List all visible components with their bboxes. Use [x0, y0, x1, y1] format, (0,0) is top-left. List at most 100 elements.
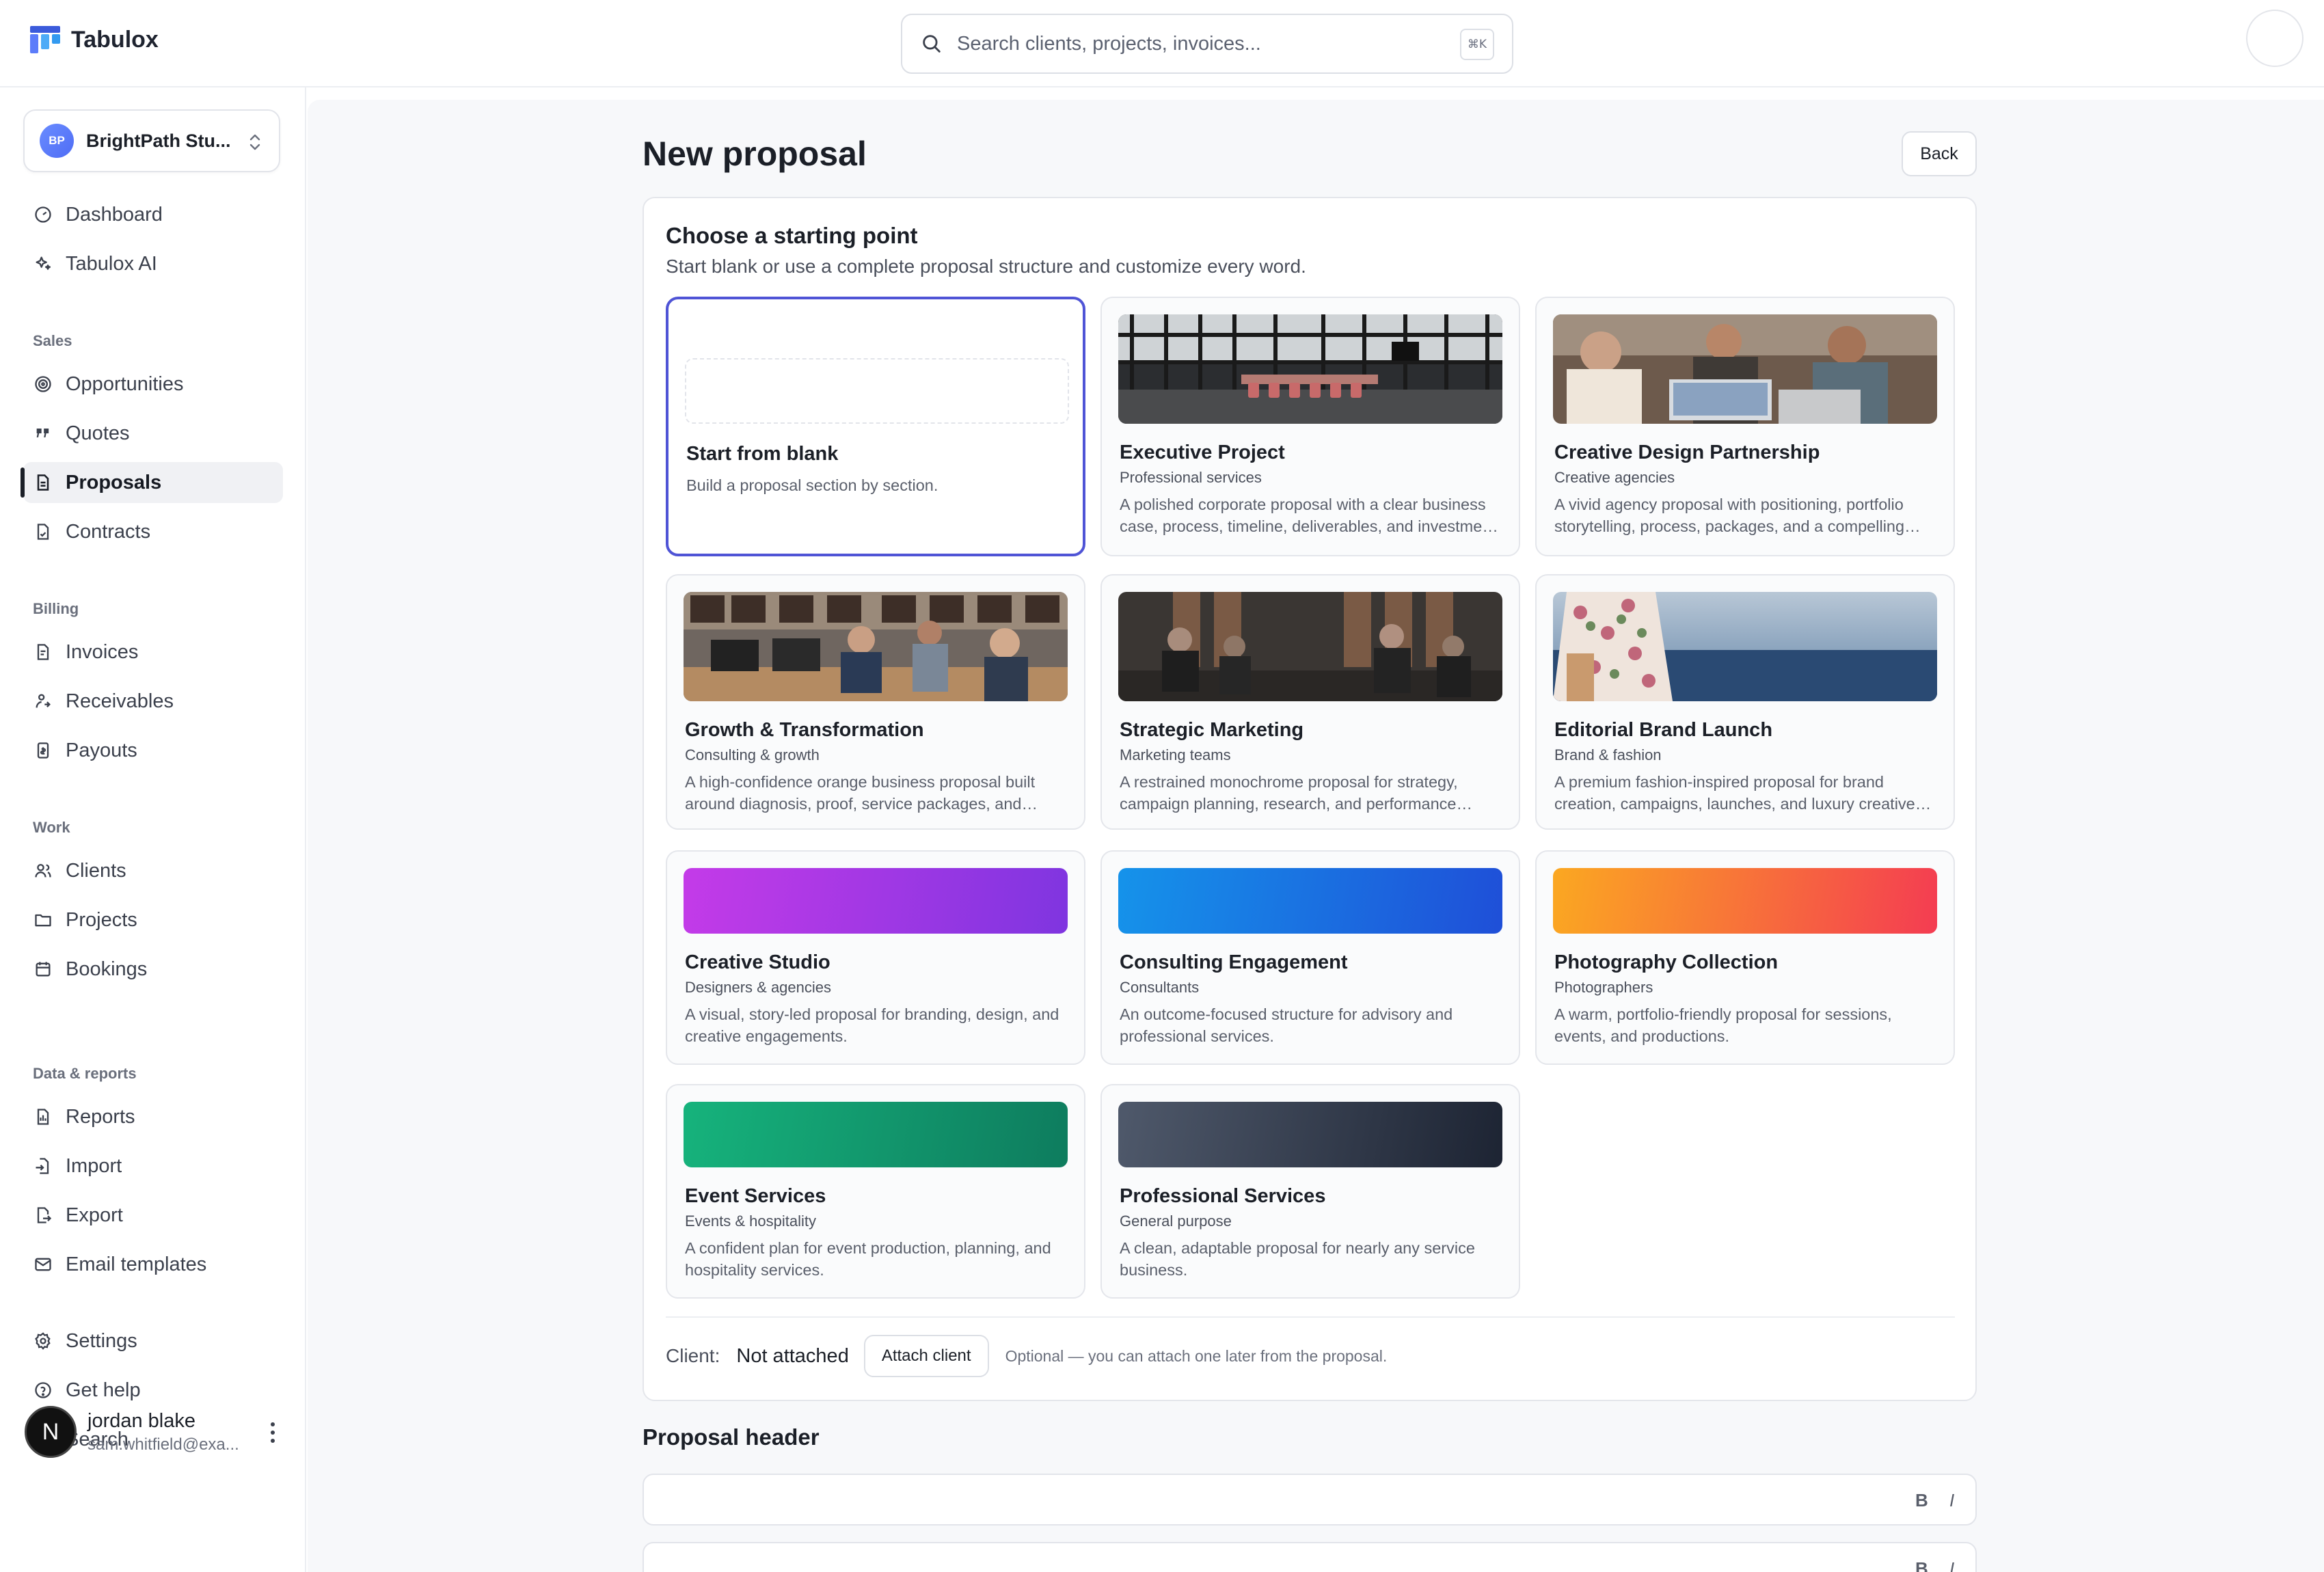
sidebar-item-email-templates[interactable]: Email templates: [23, 1244, 283, 1285]
template-category: Professional services: [1120, 469, 1262, 486]
sidebar-item-tabulox-ai[interactable]: Tabulox AI: [23, 243, 283, 284]
template-card[interactable]: Photography Collection Photographers A war…: [1535, 850, 1955, 1065]
chevron-up-down-icon: [249, 134, 260, 150]
sidebar-item-clients[interactable]: Clients: [23, 850, 283, 891]
template-name: Creative Studio: [685, 951, 830, 973]
template-card[interactable]: Professional Services General purpose A cl…: [1100, 1084, 1520, 1299]
sidebar-item-import[interactable]: Import: [23, 1146, 283, 1187]
sidebar-item-label: Reports: [66, 1105, 135, 1128]
template-description: A clean, adaptable proposal for nearly a…: [1120, 1239, 1475, 1279]
brand[interactable]: Tabulox: [30, 25, 159, 55]
sidebar-item-label: Opportunities: [66, 372, 184, 395]
template-description: A high-confidence orange business propos…: [685, 773, 1036, 813]
chooser-subtitle: Start blank or use a complete proposal s…: [666, 256, 1306, 277]
sidebar-item-export[interactable]: Export: [23, 1195, 283, 1236]
user-name: jordan blake: [87, 1409, 195, 1432]
template-card[interactable]: Consulting Engagement Consultants An outco…: [1100, 850, 1520, 1065]
template-card[interactable]: Creative Studio Designers & agencies A vis…: [666, 850, 1085, 1065]
quote-icon: [33, 423, 53, 444]
template-name: Start from blank: [686, 443, 839, 465]
user-info: jordan blake sam.whitfield@exa...: [87, 1410, 239, 1454]
template-card[interactable]: Editorial Brand Launch Brand & fashion A p…: [1535, 574, 1955, 830]
sidebar-item-opportunities[interactable]: Opportunities: [23, 364, 283, 405]
template-card[interactable]: Executive Project Professional services A …: [1100, 297, 1520, 556]
back-button[interactable]: Back: [1902, 131, 1977, 176]
folder-icon: [33, 910, 53, 930]
template-thumbnail-image: [1553, 314, 1937, 424]
mail-icon: [33, 1254, 53, 1275]
bold-button[interactable]: B: [1915, 1490, 1928, 1511]
sidebar-item-label: Receivables: [66, 690, 174, 712]
sidebar-item-settings[interactable]: Settings: [23, 1320, 283, 1361]
sidebar-item-label: Export: [66, 1204, 123, 1226]
sidebar-item-invoices[interactable]: Invoices: [23, 632, 283, 673]
client-value: Not attached: [736, 1344, 849, 1367]
more-vertical-icon[interactable]: [268, 1419, 278, 1446]
account-avatar[interactable]: [2246, 10, 2303, 67]
global-search[interactable]: ⌘K: [901, 14, 1513, 74]
template-card[interactable]: Start from blank Build a proposal section…: [666, 297, 1085, 556]
template-thumbnail-image: [1118, 592, 1502, 701]
document-icon: [33, 472, 53, 493]
sidebar-item-dashboard[interactable]: Dashboard: [23, 194, 283, 235]
search-icon: [923, 35, 941, 53]
sidebar-item-projects[interactable]: Projects: [23, 899, 283, 940]
nav-section-sales: Sales: [33, 332, 72, 349]
template-description: A confident plan for event production, p…: [685, 1239, 1051, 1279]
attach-client-button[interactable]: Attach client: [863, 1335, 989, 1377]
template-category: Brand & fashion: [1554, 746, 1662, 763]
sidebar-item-proposals[interactable]: Proposals: [21, 462, 283, 503]
sidebar-item-label: Tabulox AI: [66, 252, 157, 275]
sidebar-item-contracts[interactable]: Contracts: [23, 511, 283, 552]
sidebar-item-quotes[interactable]: Quotes: [23, 413, 283, 454]
template-name: Creative Design Partnership: [1554, 442, 1820, 463]
user-profile[interactable]: N jordan blake sam.whitfield@exa...: [25, 1401, 284, 1463]
template-color-swatch: [684, 1102, 1068, 1167]
sidebar-item-bookings[interactable]: Bookings: [23, 949, 283, 990]
client-row: Client: Not attached Attach client Optio…: [666, 1334, 1387, 1378]
subheader-editor[interactable]: B I: [643, 1542, 1977, 1572]
template-category: General purpose: [1120, 1212, 1232, 1230]
sidebar-item-label: Proposals: [66, 471, 162, 493]
workspace-badge: BP: [40, 124, 74, 158]
search-input[interactable]: [957, 32, 1422, 55]
nav-section-data-reports: Data & reports: [33, 1065, 137, 1082]
template-card[interactable]: Creative Design Partnership Creative agen…: [1535, 297, 1955, 556]
template-card[interactable]: Event Services Events & hospitality A conf…: [666, 1084, 1085, 1299]
template-card[interactable]: Strategic Marketing Marketing teams A rest…: [1100, 574, 1520, 830]
contract-icon: [33, 521, 53, 542]
template-description: An outcome-focused structure for advisor…: [1120, 1005, 1453, 1045]
template-card[interactable]: Growth & Transformation Consulting & grow…: [666, 574, 1085, 830]
receivables-icon: [33, 691, 53, 712]
template-name: Editorial Brand Launch: [1554, 719, 1773, 741]
header-editor[interactable]: B I: [643, 1474, 1977, 1526]
sidebar-item-payouts[interactable]: Payouts: [23, 730, 283, 771]
target-icon: [33, 374, 53, 394]
template-color-swatch: [1118, 1102, 1502, 1167]
sidebar-item-reports[interactable]: Reports: [23, 1096, 283, 1137]
template-name: Executive Project: [1120, 442, 1285, 463]
template-category: Photographers: [1554, 979, 1653, 996]
help-icon: [33, 1380, 53, 1400]
template-chooser-panel: Choose a starting point Start blank or u…: [643, 197, 1977, 1401]
italic-button[interactable]: I: [1949, 1558, 1954, 1572]
payouts-icon: [33, 740, 53, 761]
sidebar-item-label: Get help: [66, 1379, 141, 1401]
page-title: New proposal: [643, 135, 867, 173]
template-name: Professional Services: [1120, 1185, 1326, 1207]
italic-button[interactable]: I: [1949, 1490, 1954, 1511]
sidebar-item-receivables[interactable]: Receivables: [23, 681, 283, 722]
nav-section-billing: Billing: [33, 600, 79, 617]
bold-button[interactable]: B: [1915, 1558, 1928, 1572]
workspace-switcher[interactable]: BP BrightPath Stu...: [23, 109, 280, 172]
template-description: A vivid agency proposal with positioning…: [1554, 496, 1905, 535]
nav-section-work: Work: [33, 819, 70, 836]
template-description: A polished corporate proposal with a cle…: [1120, 496, 1496, 535]
template-name: Photography Collection: [1554, 951, 1779, 973]
invoice-icon: [33, 642, 53, 662]
template-description: A visual, story-led proposal for brandin…: [685, 1005, 1059, 1045]
template-name: Strategic Marketing: [1120, 719, 1304, 741]
sidebar-item-label: Projects: [66, 908, 137, 931]
template-thumbnail-image: [684, 592, 1068, 701]
gauge-icon: [33, 204, 53, 225]
